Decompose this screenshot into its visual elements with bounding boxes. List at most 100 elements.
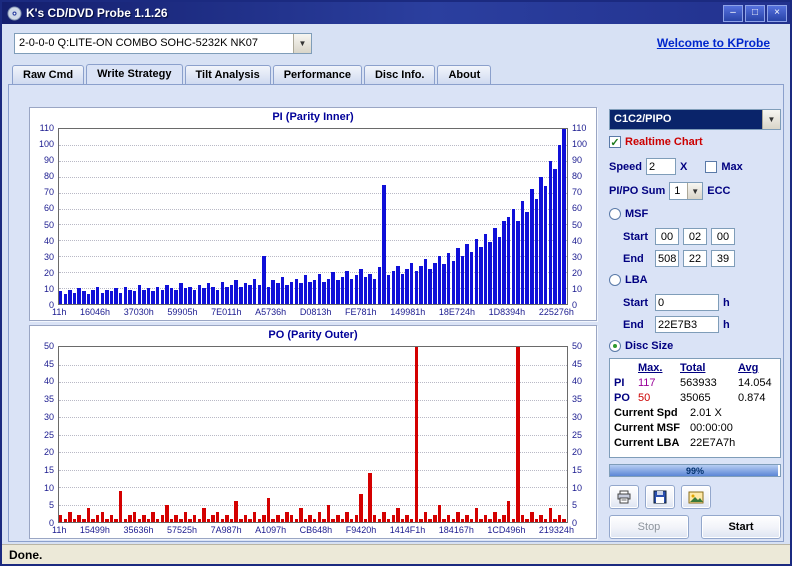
msf-start-frame-input[interactable] <box>711 228 735 245</box>
chart-bar <box>345 511 349 522</box>
tab-disc-info[interactable]: Disc Info. <box>363 65 436 84</box>
tab-performance[interactable]: Performance <box>272 65 362 84</box>
drive-selector[interactable]: 2-0-0-0 Q:LITE-ON COMBO SOHC-5232K NK07 … <box>14 32 312 54</box>
maximize-button[interactable]: □ <box>745 4 765 22</box>
stop-button[interactable]: Stop <box>609 515 689 539</box>
pi-y-axis-left: 0 10 20 30 40 50 60 70 80 90 100 110 <box>31 123 57 310</box>
chart-bar <box>553 518 557 522</box>
print-button[interactable] <box>609 485 639 509</box>
x-axis-label: 11h <box>52 307 67 317</box>
x-axis-label: F9420h <box>345 525 377 535</box>
current-status-row: Current LBA 22E7A7h <box>614 436 776 451</box>
chart-bar <box>303 518 308 522</box>
chevron-down-icon[interactable]: ▼ <box>762 110 780 129</box>
stats-cell: Max. <box>638 362 663 374</box>
chart-bar <box>123 518 128 522</box>
po-plot-area <box>58 346 568 523</box>
chart-bar <box>105 518 109 522</box>
chart-bar <box>520 200 525 304</box>
x-axis-label: CB648h <box>299 525 333 535</box>
chart-bar <box>396 508 400 522</box>
lba-radio[interactable] <box>609 274 621 286</box>
tab-about[interactable]: About <box>437 65 492 84</box>
msf-end-frame-input[interactable] <box>711 250 735 267</box>
chart-bar <box>220 281 225 304</box>
msf-start-sec-input[interactable] <box>683 228 707 245</box>
speed-input[interactable] <box>646 158 677 175</box>
chart-bar <box>188 286 192 304</box>
lba-end-input[interactable] <box>655 316 719 333</box>
chart-bar <box>442 264 446 304</box>
msf-end-label: End <box>623 252 644 265</box>
chart-bar <box>174 515 178 522</box>
control-panel: C1C2/PIPO ▼ ✓ Realtime Chart Speed X Max… <box>609 109 781 541</box>
msf-radio-row: MSF <box>609 208 781 220</box>
chart-bar <box>428 518 432 522</box>
x-axis-label: 59905h <box>167 307 198 317</box>
chart-bar <box>151 511 155 522</box>
window-title: K's CD/DVD Probe 1.1.26 <box>26 6 168 20</box>
msf-radio[interactable] <box>609 208 621 220</box>
msf-start-min-input[interactable] <box>655 228 679 245</box>
tab-write-strategy[interactable]: Write Strategy <box>86 64 183 85</box>
chart-bar <box>405 515 409 522</box>
chart-bar <box>359 269 363 304</box>
minimize-button[interactable]: – <box>723 4 743 22</box>
chart-bar <box>285 284 289 304</box>
chart-bar <box>137 284 141 304</box>
chart-bar <box>437 256 442 304</box>
chart-bar <box>419 518 423 522</box>
max-speed-checkbox[interactable] <box>705 160 718 173</box>
tab-raw-cmd[interactable]: Raw Cmd <box>12 65 85 84</box>
y-axis-label: 10 <box>572 283 583 294</box>
chart-bar <box>386 518 391 522</box>
chart-bar <box>548 508 552 522</box>
chart-bar <box>266 497 271 522</box>
current-status-value: 22E7A7h <box>690 437 736 449</box>
y-axis-label: 10 <box>572 482 583 493</box>
chart-bar <box>95 286 100 304</box>
chart-bar <box>460 256 465 304</box>
close-button[interactable]: × <box>767 4 787 22</box>
realtime-chart-checkbox[interactable]: ✓ <box>609 136 621 149</box>
chart-bar <box>479 518 483 522</box>
chart-bar <box>331 272 335 304</box>
progress-bar: 99% <box>609 464 781 477</box>
chevron-down-icon[interactable]: ▼ <box>687 183 703 199</box>
chart-bar <box>354 515 359 522</box>
mode-selector[interactable]: C1C2/PIPO ▼ <box>609 109 781 130</box>
chart-bar <box>419 265 423 304</box>
tab-tilt-analysis[interactable]: Tilt Analysis <box>184 65 271 84</box>
chart-bar <box>165 284 169 304</box>
mode-selector-value: C1C2/PIPO <box>610 110 762 129</box>
stats-cell: 50 <box>638 392 651 404</box>
tab-page-write-strategy: PI (Parity Inner) 0 10 20 30 40 50 60 70 80 90 100… <box>8 84 784 542</box>
msf-end-min-input[interactable] <box>655 250 679 267</box>
save-button[interactable] <box>645 485 675 509</box>
picture-icon <box>688 491 704 503</box>
chart-bar <box>423 511 428 522</box>
pipo-sum-row: PI/PO Sum 1 ▼ ECC <box>609 182 781 200</box>
chart-bar <box>72 518 77 522</box>
start-button[interactable]: Start <box>701 515 781 539</box>
msf-end-sec-input[interactable] <box>683 250 707 267</box>
disc-size-radio[interactable] <box>609 340 621 352</box>
chart-bar <box>248 518 252 522</box>
chart-bar <box>174 289 178 304</box>
chevron-down-icon[interactable]: ▼ <box>293 33 311 53</box>
chart-bar <box>382 184 386 304</box>
welcome-link[interactable]: Welcome to KProbe <box>657 36 770 50</box>
save-image-button[interactable] <box>681 485 711 509</box>
pipo-sum-selector[interactable]: 1 ▼ <box>669 182 704 200</box>
action-buttons: Stop Start <box>609 515 781 539</box>
lba-start-input[interactable] <box>655 294 719 311</box>
chart-bar <box>86 294 91 304</box>
lba-label: LBA <box>625 274 648 286</box>
pi-plot-area <box>58 128 568 305</box>
y-axis-label: 25 <box>43 429 54 440</box>
chart-bar <box>183 288 188 304</box>
chart-bar <box>349 278 354 304</box>
chart-bar <box>322 518 326 522</box>
chart-bar <box>562 518 566 522</box>
chart-bar <box>59 515 63 522</box>
